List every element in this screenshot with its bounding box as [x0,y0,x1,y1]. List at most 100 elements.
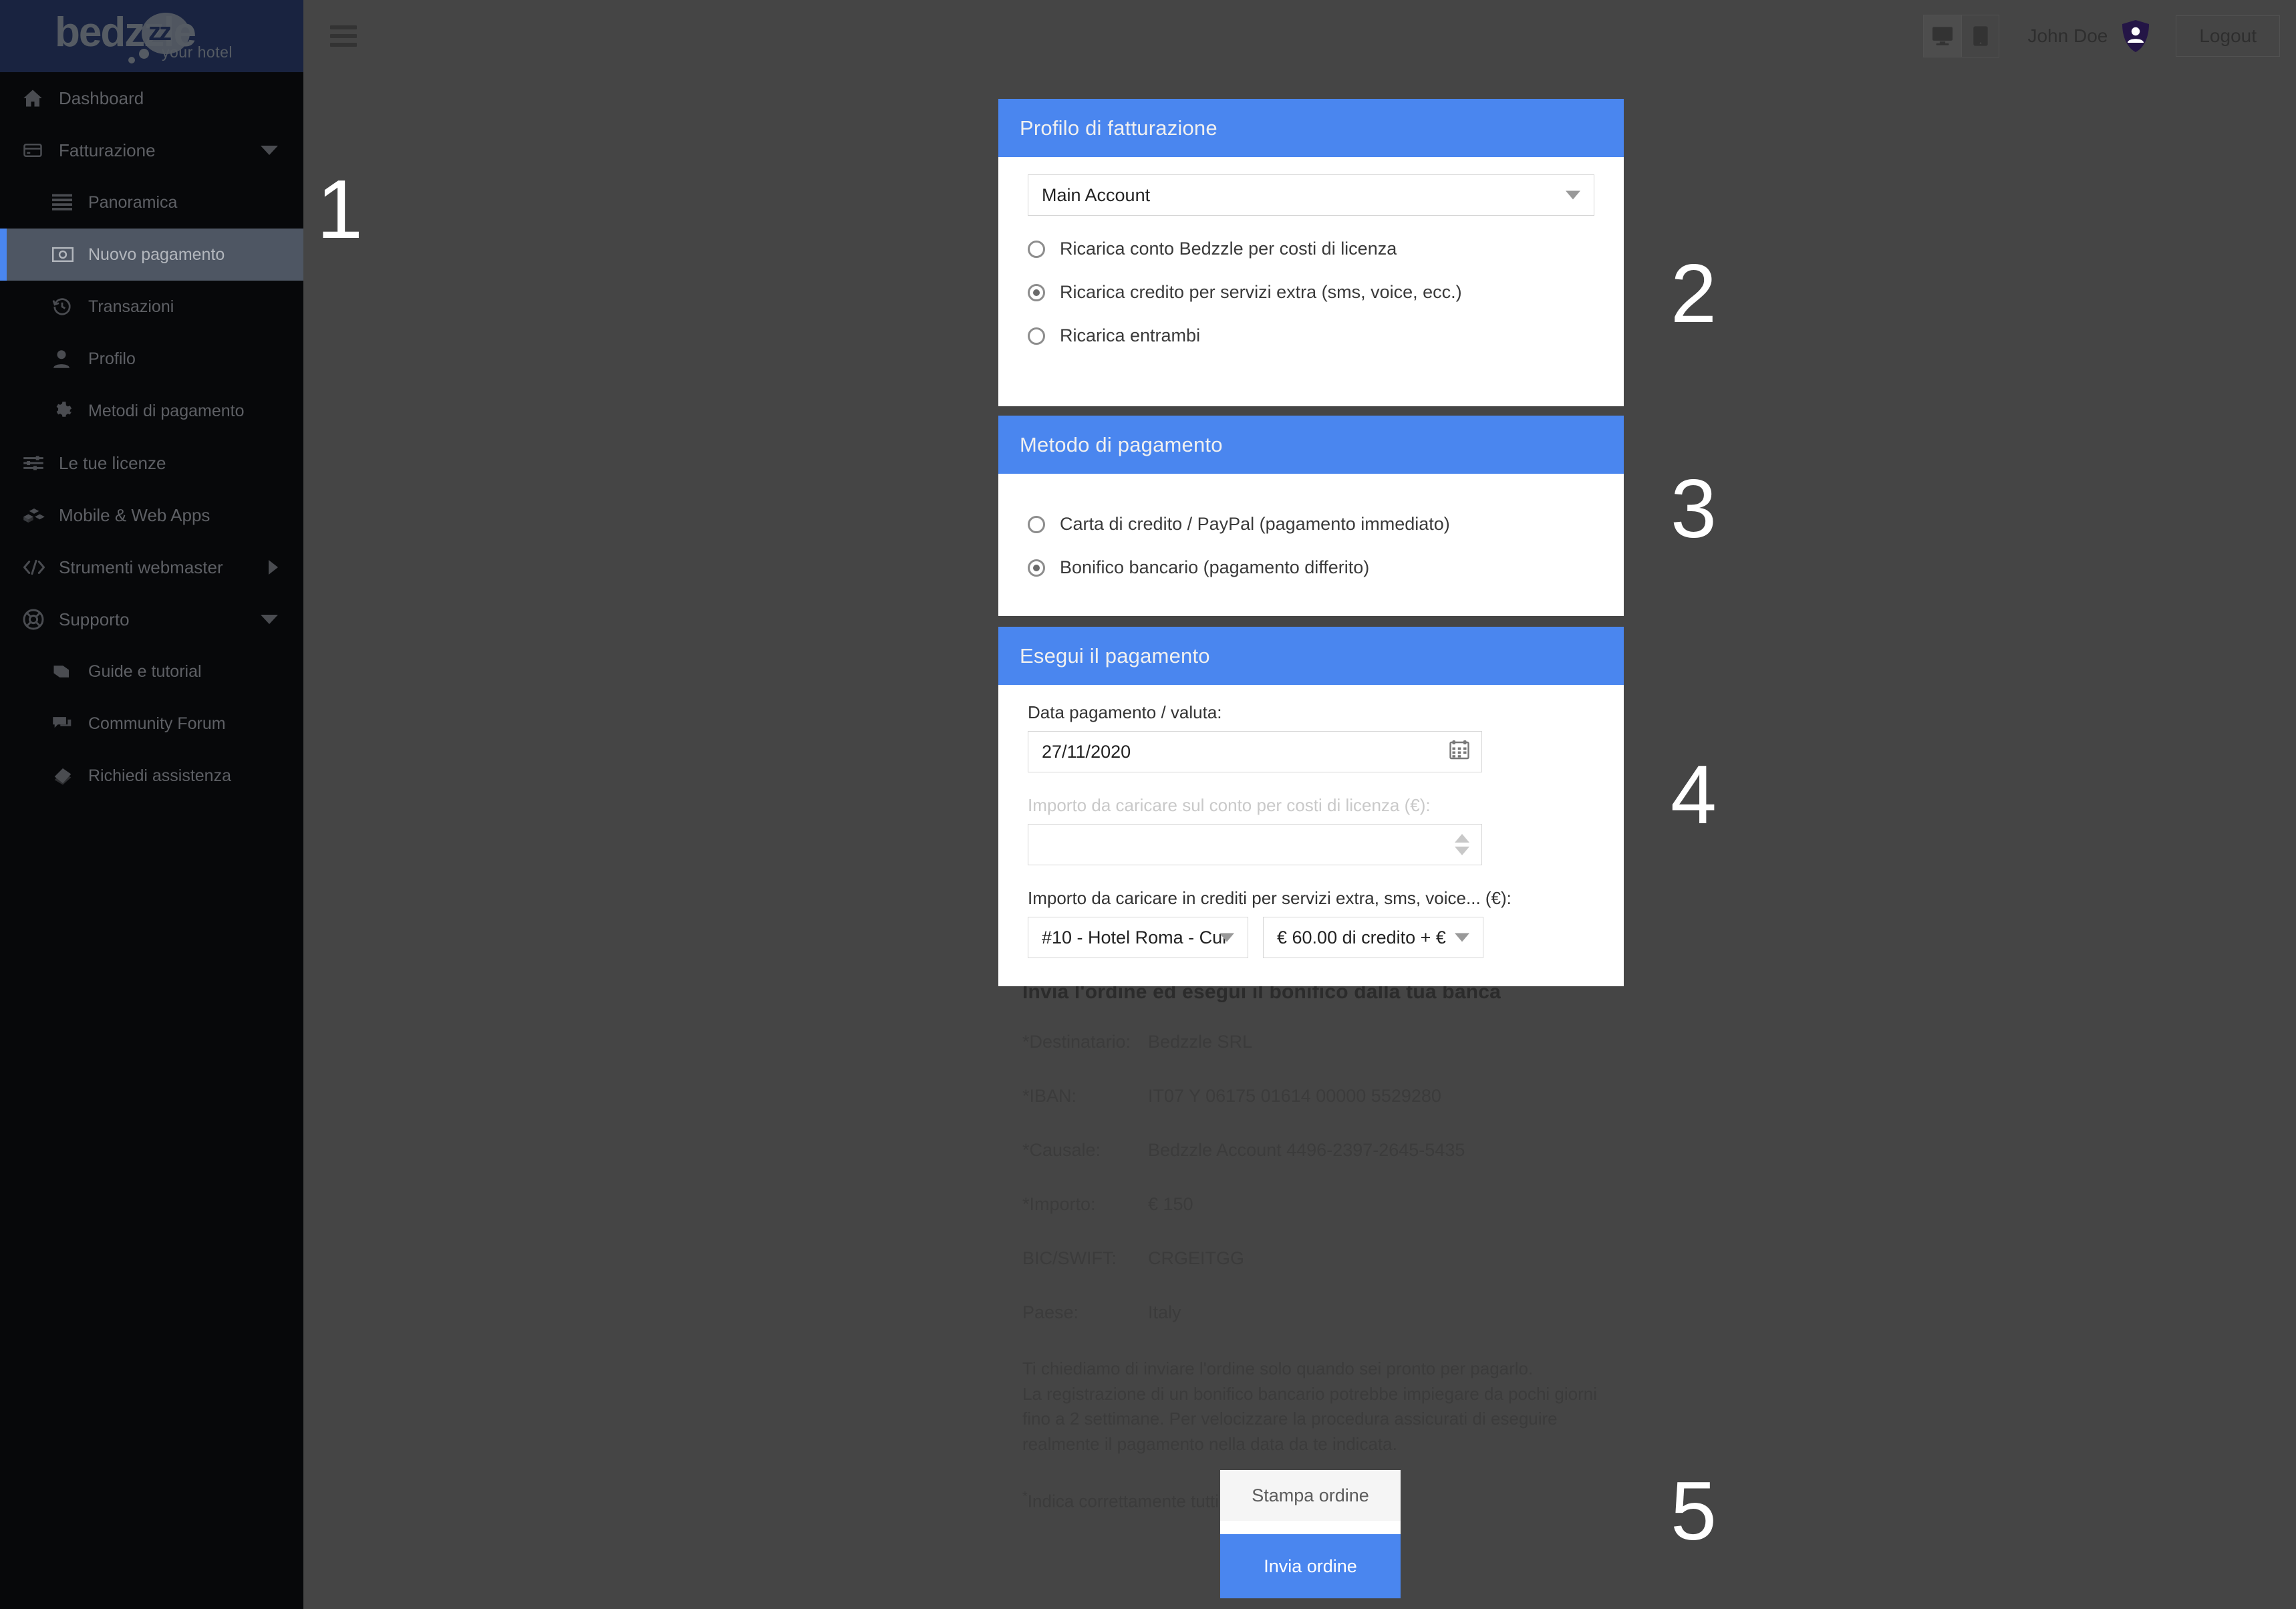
billing-profile-option-label: Ricarica conto Bedzzle per costi di lice… [1060,239,1397,259]
logout-button[interactable]: Logout [2176,15,2280,57]
billing-profile-card: Profilo di fatturazione Main Account Ric… [998,99,1624,406]
payment-method-option-label: Bonifico bancario (pagamento differito) [1060,557,1370,577]
sidebar-item-label: Mobile & Web Apps [59,504,210,525]
billing-profile-option[interactable]: Ricarica credito per servizi extra (sms,… [1028,282,1594,303]
bank-detail-key: BIC/SWIFT: [1022,1248,1117,1268]
bank-detail-row: *Destinatario: Bedzzle SRL [1022,1032,1664,1052]
sidebar-item-label: Profilo [88,349,136,368]
order-actions: Stampa ordine Invia ordine [1220,1470,1401,1598]
lifering-icon [23,609,59,630]
history-icon [52,297,88,317]
credit-selectors: #10 - Hotel Roma - Cur € 60.00 di credit… [1028,917,1594,958]
sidebar-item-metodi-di-pagamento[interactable]: Metodi di pagamento [0,385,303,437]
calendar-icon[interactable] [1449,740,1469,764]
bank-detail-row: BIC/SWIFT: CRGEITGG [1022,1248,1664,1269]
payment-method-option[interactable]: Bonifico bancario (pagamento differito) [1028,557,1594,578]
license-amount-label: Importo da caricare sul conto per costi … [1028,795,1431,815]
bank-detail-value: Bedzzle Account 4496-2397-2645-5435 [1148,1140,1465,1160]
bank-detail-key: *Destinatario: [1022,1032,1131,1052]
stepper-arrows-icon[interactable] [1455,834,1469,855]
bank-detail-row: *IBAN: IT07 Y 06175 01614 00000 5529280 [1022,1086,1664,1107]
sliders-icon [23,454,59,472]
credit-amount-label: Importo da caricare in crediti per servi… [1028,888,1512,908]
billing-profile-option[interactable]: Ricarica conto Bedzzle per costi di lice… [1028,239,1594,259]
sidebar-item-label: Nuovo pagamento [88,245,225,264]
payment-method-card: Metodo di pagamento Carta di credito / P… [998,416,1624,616]
sidebar-item-panoramica[interactable]: Panoramica [0,176,303,229]
logo-tagline: your hotel [162,43,233,61]
billing-profile-options: Ricarica conto Bedzzle per costi di lice… [1028,239,1594,346]
execute-payment-card: Esegui il pagamento Data pagamento / val… [998,627,1624,986]
license-amount-stepper[interactable] [1028,824,1482,865]
comments-icon [52,715,88,732]
sidebar-item-label: Panoramica [88,192,178,212]
account-select[interactable]: Main Account [1028,174,1594,216]
sidebar-item-guide-e-tutorial[interactable]: Guide e tutorial [0,645,303,698]
payment-method-title: Metodo di pagamento [998,416,1624,474]
bank-detail-key: *IBAN: [1022,1086,1077,1106]
sidebar-item-richiedi-assistenza[interactable]: Richiedi assistenza [0,750,303,802]
step-number-1: 1 [317,164,363,256]
sidebar-item-transazioni[interactable]: Transazioni [0,281,303,333]
sidebar-item-dashboard[interactable]: Dashboard [0,72,303,124]
app-root: bedzzle zz your hotel Dashboard Fatturazi… [0,0,2296,1609]
desktop-icon[interactable] [1924,15,1962,57]
sidebar-item-label: Le tue licenze [59,452,166,473]
hamburger-icon[interactable] [330,25,357,47]
billing-profile-option-label: Ricarica entrambi [1060,325,1201,345]
step-number-5: 5 [1671,1465,1717,1558]
list-icon [52,194,88,211]
bank-transfer-details: *Destinatario: Bedzzle SRL *IBAN: IT07 Y 06… [1022,1032,1664,1323]
billing-profile-option[interactable]: Ricarica entrambi [1028,325,1594,346]
radio-unselected-icon[interactable] [1028,327,1045,345]
bank-detail-value: Bedzzle SRL [1148,1032,1253,1052]
radio-selected-icon[interactable] [1028,559,1045,577]
sidebar-item-label: Guide e tutorial [88,662,202,681]
bank-detail-key: Paese: [1022,1302,1079,1322]
banknote-icon [52,247,88,263]
bank-detail-row: Paese: Italy [1022,1302,1664,1323]
gear-icon [52,401,88,421]
shield-user-icon[interactable] [2120,19,2152,53]
chevron-down-icon[interactable] [261,146,278,155]
stepper-up-icon[interactable] [1455,834,1469,843]
step-number-2: 2 [1671,248,1717,340]
sidebar-item-community-forum[interactable]: Community Forum [0,698,303,750]
sidebar-item-le-tue-licenze[interactable]: Le tue licenze [0,437,303,489]
bank-transfer-note: Ti chiediamo di inviare l'ordine solo qu… [1022,1358,1597,1455]
code-icon [23,559,59,576]
sidebar-item-profilo[interactable]: Profilo [0,333,303,385]
chevron-right-icon[interactable] [269,560,278,575]
payment-method-option-label: Carta di credito / PayPal (pagamento imm… [1060,514,1450,534]
stepper-down-icon[interactable] [1455,847,1469,855]
home-icon [23,88,59,108]
payment-date-label: Data pagamento / valuta: [1028,702,1222,722]
tablet-icon[interactable] [1961,15,1999,57]
billing-profile-title: Profilo di fatturazione [998,99,1624,157]
logo-dot-large-icon [139,49,149,59]
brand-logo[interactable]: bedzzle zz your hotel [0,0,303,72]
radio-unselected-icon[interactable] [1028,240,1045,258]
credit-package-select[interactable]: € 60.00 di credito + € [1263,917,1483,958]
sidebar-item-mobile-web-apps[interactable]: Mobile & Web Apps [0,489,303,541]
radio-unselected-icon[interactable] [1028,515,1045,533]
credit-card-icon [23,140,59,160]
billing-profile-option-label: Ricarica credito per servizi extra (sms,… [1060,282,1462,302]
payment-date-input[interactable]: 27/11/2020 [1028,731,1482,772]
sidebar-nav: Dashboard Fatturazione Panoramica Nuovo pag… [0,72,303,802]
sidebar-item-label: Transazioni [88,297,174,316]
chevron-down-icon[interactable] [261,615,278,624]
payment-method-option[interactable]: Carta di credito / PayPal (pagamento imm… [1028,514,1594,535]
sidebar-item-nuovo-pagamento[interactable]: Nuovo pagamento [0,229,303,281]
account-select-value: Main Account [1042,184,1151,205]
sidebar-item-fatturazione[interactable]: Fatturazione [0,124,303,176]
send-order-button[interactable]: Invia ordine [1220,1534,1401,1598]
execute-payment-title: Esegui il pagamento [998,627,1624,685]
sidebar-item-supporto[interactable]: Supporto [0,593,303,645]
print-order-button[interactable]: Stampa ordine [1220,1470,1401,1534]
radio-selected-icon[interactable] [1028,283,1045,301]
sidebar-item-strumenti-webmaster[interactable]: Strumenti webmaster [0,541,303,593]
bank-detail-row: *Causale: Bedzzle Account 4496-2397-2645-… [1022,1140,1664,1161]
logo-zz-icon: zz [148,18,172,46]
credit-hotel-select[interactable]: #10 - Hotel Roma - Cur [1028,917,1248,958]
